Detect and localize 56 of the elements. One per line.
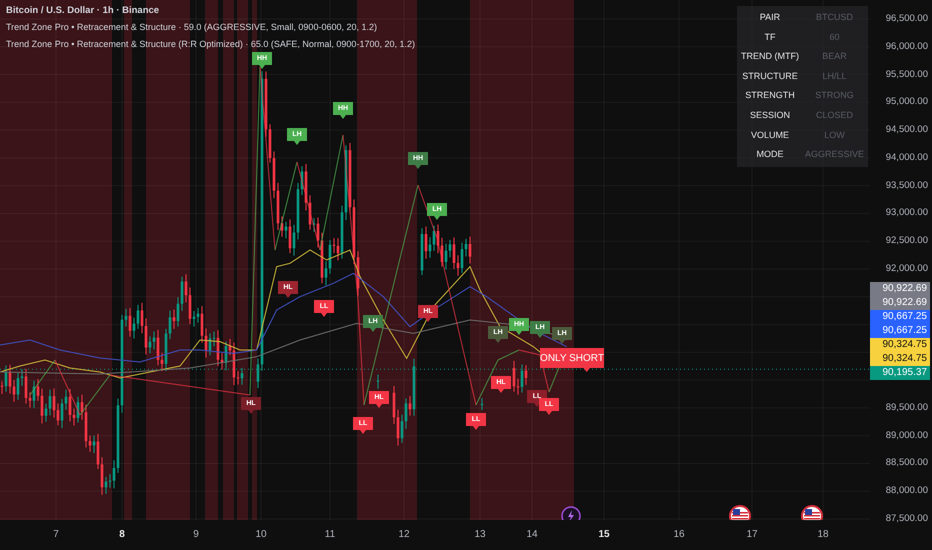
table-value: BTCUSD bbox=[814, 11, 854, 24]
indicator-legend: Trend Zone Pro • Retracement & Structure (R:R Optimized) · 65.0 (SAFE, Normal, 0900-1700, 20, 1.2) bbox=[6, 36, 415, 53]
signal-label: ONLY SHORT bbox=[540, 348, 604, 372]
price-badge: 90,667.25 bbox=[870, 324, 930, 338]
table-label: TF bbox=[763, 30, 776, 44]
price-badge: 90,922.69 bbox=[870, 282, 930, 296]
table-value: LH/LL bbox=[821, 70, 848, 83]
price-label: 94,000.00 bbox=[886, 150, 928, 165]
price-badge: 90,195.37 bbox=[870, 366, 930, 380]
price-label: 95,000.00 bbox=[886, 95, 928, 110]
price-label: 89,000.00 bbox=[886, 428, 928, 443]
price-label: 95,500.00 bbox=[886, 68, 928, 82]
indicator-legend: Trend Zone Pro • Retracement & Structure · 59.0 (AGGRESSIVE, Small, 0900-0600, 20, 1.2) bbox=[6, 19, 377, 36]
price-label: 96,500.00 bbox=[886, 12, 928, 26]
table-value: BEAR bbox=[821, 50, 848, 64]
price-label: 92,500.00 bbox=[886, 234, 928, 248]
price-label: 94,500.00 bbox=[886, 123, 928, 138]
price-label: 92,000.00 bbox=[886, 262, 928, 276]
price-badge: 90,324.75 bbox=[870, 352, 930, 366]
price-label: 88,000.00 bbox=[886, 484, 928, 498]
date-label: 12 bbox=[398, 529, 410, 540]
price-label: 93,500.00 bbox=[886, 178, 928, 193]
price-badge: 90,667.25 bbox=[870, 310, 930, 324]
table-label: VOLUME bbox=[750, 128, 790, 142]
table-value: STRONG bbox=[814, 89, 855, 102]
table-value: AGGRESSIVE bbox=[804, 148, 864, 162]
price-label: 88,500.00 bbox=[886, 456, 928, 470]
price-label: 89,500.00 bbox=[886, 400, 928, 415]
date-label: 18 bbox=[817, 529, 829, 540]
table-label: STRENGTH bbox=[744, 89, 796, 102]
date-label: 8 bbox=[119, 529, 125, 540]
table-label: TREND (MTF) bbox=[740, 50, 799, 64]
date-label: 14 bbox=[526, 529, 538, 540]
price-badge: 90,922.69 bbox=[870, 296, 930, 310]
candle bbox=[480, 397, 484, 410]
date-label: 13 bbox=[474, 529, 486, 540]
date-label: 15 bbox=[598, 529, 610, 540]
price-badge: 90,324.75 bbox=[870, 338, 930, 352]
table-value: LOW bbox=[823, 128, 846, 142]
table-label: STRUCTURE bbox=[741, 70, 799, 83]
table-value: 60 bbox=[828, 30, 840, 44]
candle bbox=[376, 374, 380, 390]
table-label: PAIR bbox=[758, 11, 782, 24]
price-label: 96,000.00 bbox=[886, 40, 928, 54]
date-label: 16 bbox=[673, 529, 685, 540]
table-label: MODE bbox=[755, 148, 784, 162]
date-label: 10 bbox=[255, 529, 267, 540]
price-label: 87,500.00 bbox=[886, 512, 928, 526]
date-label: 7 bbox=[53, 529, 59, 540]
table-value: CLOSED bbox=[814, 108, 854, 122]
date-label: 9 bbox=[193, 529, 199, 540]
date-label: 11 bbox=[324, 529, 336, 540]
table-label: SESSION bbox=[748, 108, 791, 122]
symbol-title: Bitcoin / U.S. Dollar · 1h · Binance bbox=[6, 4, 160, 18]
date-label: 17 bbox=[746, 529, 758, 540]
price-label: 93,000.00 bbox=[886, 206, 928, 220]
